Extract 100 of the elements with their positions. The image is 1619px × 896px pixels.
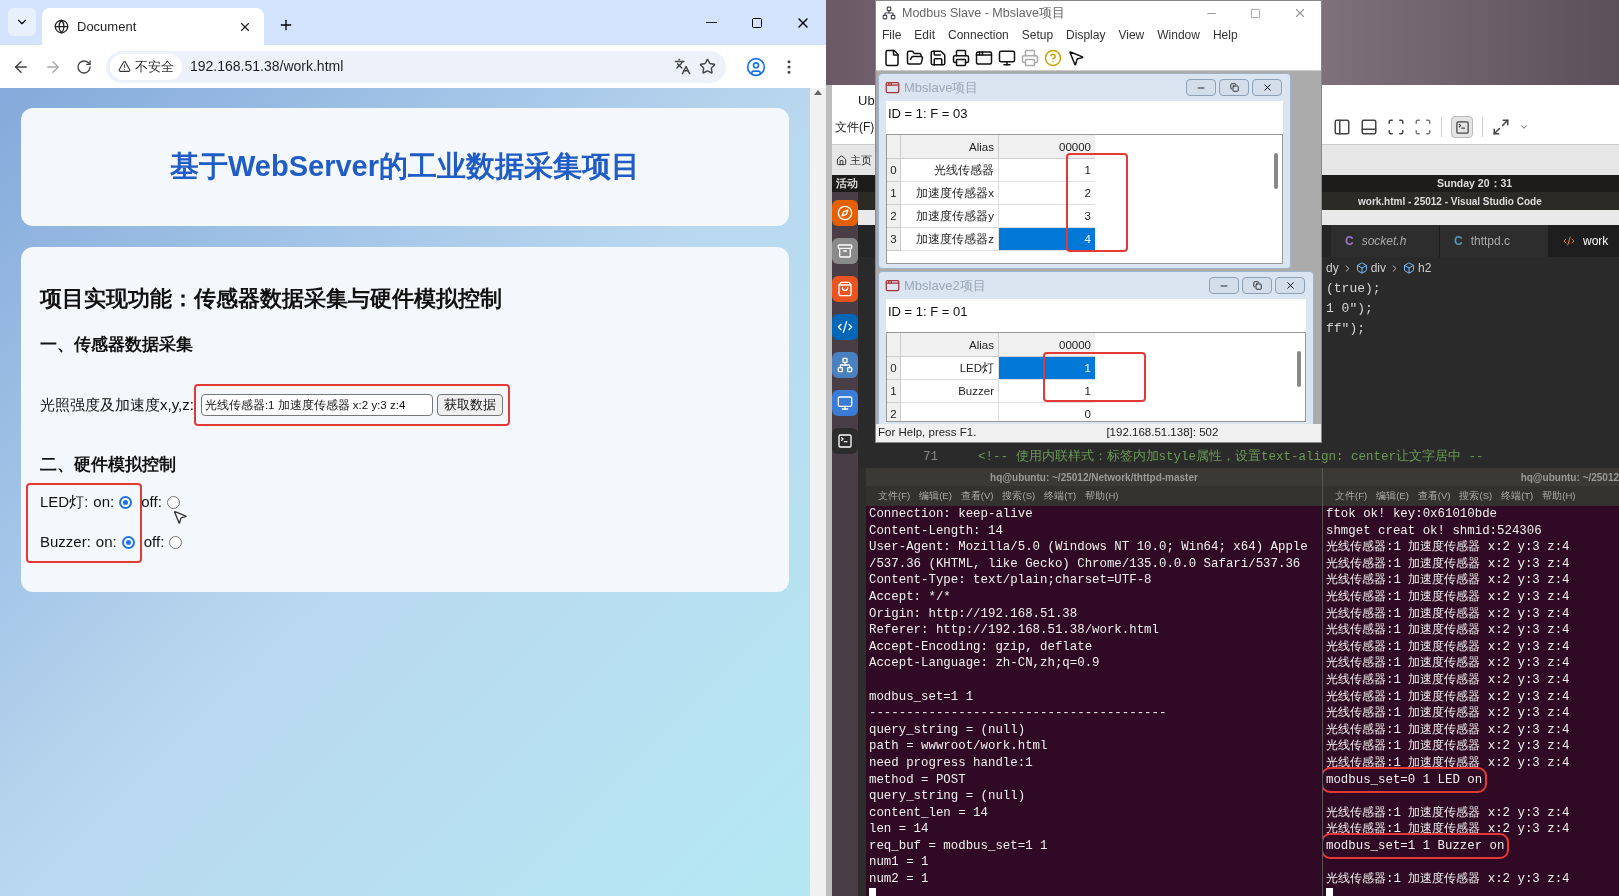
value-cell[interactable]: 4 [999, 228, 1095, 251]
translate-icon[interactable] [674, 58, 691, 75]
menu-item[interactable]: Window [1157, 26, 1200, 44]
close-button[interactable] [1275, 277, 1305, 294]
monitor-icon[interactable] [998, 48, 1016, 67]
security-chip[interactable]: 不安全 [110, 53, 182, 80]
fullscreen-icon[interactable] [1387, 118, 1405, 136]
menu-item[interactable]: 帮助(H) [1542, 488, 1576, 504]
scrollbar[interactable] [810, 88, 826, 896]
shopping-bag-icon[interactable] [832, 276, 858, 302]
restore-button[interactable] [1219, 79, 1249, 96]
menu-item[interactable]: 编辑(E) [1376, 488, 1409, 504]
save-icon[interactable] [929, 48, 947, 67]
row-number: 1 [887, 380, 901, 403]
restore-button[interactable] [1242, 277, 1272, 294]
breadcrumb-item[interactable]: h2 [1418, 259, 1432, 277]
open-folder-icon[interactable] [906, 48, 924, 67]
bookmark-star-icon[interactable] [699, 58, 716, 75]
reload-icon[interactable] [76, 58, 92, 75]
terminal-line: Accept: */* [869, 588, 951, 606]
editor-tab[interactable]: work [1549, 225, 1619, 257]
menu-item[interactable]: Help [1212, 26, 1238, 44]
computer-icon[interactable] [832, 390, 858, 416]
menu-item[interactable]: Connection [948, 26, 1009, 44]
terminal-cursor [1326, 887, 1333, 896]
panel-bottom-icon[interactable] [1360, 118, 1378, 136]
address-bar[interactable]: 不安全 192.168.51.38/work.html [106, 50, 726, 83]
close-button[interactable] [1252, 79, 1282, 96]
home-tab[interactable]: 主页 [836, 151, 872, 169]
minimize-icon [705, 21, 717, 24]
terminal-line: num1 = 1 [869, 854, 929, 872]
sensor-data-field[interactable]: 光线传感器:1 加速度传感器 x:2 y:3 z:4 [200, 394, 433, 416]
minimize-button[interactable] [1209, 277, 1239, 294]
menu-item[interactable]: File [882, 26, 902, 44]
menu-item[interactable]: Edit [914, 26, 936, 44]
menu-item[interactable]: 查看(V) [1417, 488, 1451, 504]
terminal-line: Content-Length: 14 [869, 522, 1003, 540]
connection-status: [192.168.51.138]: 502 [1106, 425, 1219, 441]
radio-button[interactable] [166, 495, 180, 509]
control-label: LED灯: [40, 491, 89, 512]
value-cell[interactable]: 1 [999, 357, 1095, 380]
menu-item[interactable]: 终端(T) [1044, 488, 1077, 504]
terminal-line: query_string = (null) [869, 788, 1026, 805]
menu-item[interactable]: 查看(V) [960, 488, 994, 504]
caret-icon[interactable] [1519, 122, 1529, 132]
menu-item[interactable]: 文件(F) [1335, 488, 1368, 504]
menu-item[interactable]: Setup [1021, 26, 1054, 44]
row-number: 0 [887, 159, 901, 182]
panel-left-icon[interactable] [1333, 118, 1351, 136]
fetch-data-button[interactable]: 获取数据 [436, 394, 503, 416]
new-file-icon[interactable] [883, 48, 901, 67]
activities-button[interactable]: 活动 [832, 175, 858, 192]
url-text: 192.168.51.38/work.html [190, 57, 344, 76]
terminal-line: modbus_set=1 1 [869, 688, 974, 706]
terminal-line: 光线传感器:1 加速度传感器 x:2 y:3 z:4 [1326, 754, 1570, 772]
stretch-icon[interactable] [1492, 118, 1510, 136]
printer-icon[interactable] [952, 48, 970, 67]
help-pointer-icon[interactable] [1067, 48, 1085, 67]
menu-item[interactable]: 搜索(S) [1002, 488, 1036, 504]
new-tab-icon[interactable] [278, 17, 294, 33]
editor-tab[interactable]: C socket.h [1331, 225, 1440, 257]
window-icon[interactable] [975, 48, 993, 67]
browser-tab[interactable]: Document [42, 8, 264, 45]
terminal-line: num2 = 1 [869, 871, 929, 888]
menu-item[interactable]: View [1118, 26, 1145, 44]
radio-button[interactable] [119, 495, 133, 509]
terminal-icon[interactable] [832, 428, 858, 454]
field-label: 光照强度及加速度x,y,z: [40, 394, 194, 415]
vm-tab-label[interactable]: Ub [858, 90, 875, 110]
exit-fullscreen-icon[interactable] [1414, 118, 1432, 136]
menu-item[interactable]: 终端(T) [1501, 488, 1534, 504]
terminal-cursor [869, 887, 876, 896]
child-window-title: Mbslave2项目 [904, 276, 986, 295]
editor-tab[interactable]: C thttpd.c [1440, 225, 1549, 257]
menu-item[interactable]: Display [1066, 26, 1106, 44]
browser-icon[interactable] [832, 200, 858, 226]
globe-icon [54, 19, 69, 34]
console-button[interactable] [1451, 116, 1473, 138]
terminal-line: /537.36 (KHTML, like Gecko) Chrome/135.0.0.0 Safari/537.36 [869, 555, 1301, 573]
app-icon [882, 6, 896, 20]
vm-menu-item[interactable]: 文件(F) [835, 118, 875, 136]
menu-item[interactable]: 编辑(E) [919, 488, 952, 504]
radio-button[interactable] [121, 535, 135, 549]
network-icon[interactable] [832, 352, 858, 378]
editor-tab-label: socket.h [1361, 233, 1407, 250]
profile-icon[interactable] [746, 56, 766, 77]
element-icon [1355, 262, 1368, 274]
radio-button[interactable] [169, 535, 183, 549]
breadcrumb-item[interactable]: div [1370, 259, 1387, 277]
scrollbar[interactable] [1274, 153, 1278, 189]
scrollbar[interactable] [1297, 351, 1301, 387]
code-line: ff"); [1326, 320, 1366, 338]
menu-item[interactable]: 文件(F) [878, 488, 911, 504]
file-cabinet-icon[interactable] [832, 238, 858, 264]
menu-item[interactable]: 搜索(S) [1459, 488, 1493, 504]
section-heading: 项目实现功能：传感器数据采集与硬件模拟控制 [40, 285, 503, 313]
code-editor-icon[interactable] [832, 314, 858, 340]
breadcrumb-item[interactable]: dy [1326, 259, 1339, 277]
menu-item[interactable]: 帮助(H) [1085, 488, 1119, 504]
minimize-button[interactable] [1186, 79, 1216, 96]
